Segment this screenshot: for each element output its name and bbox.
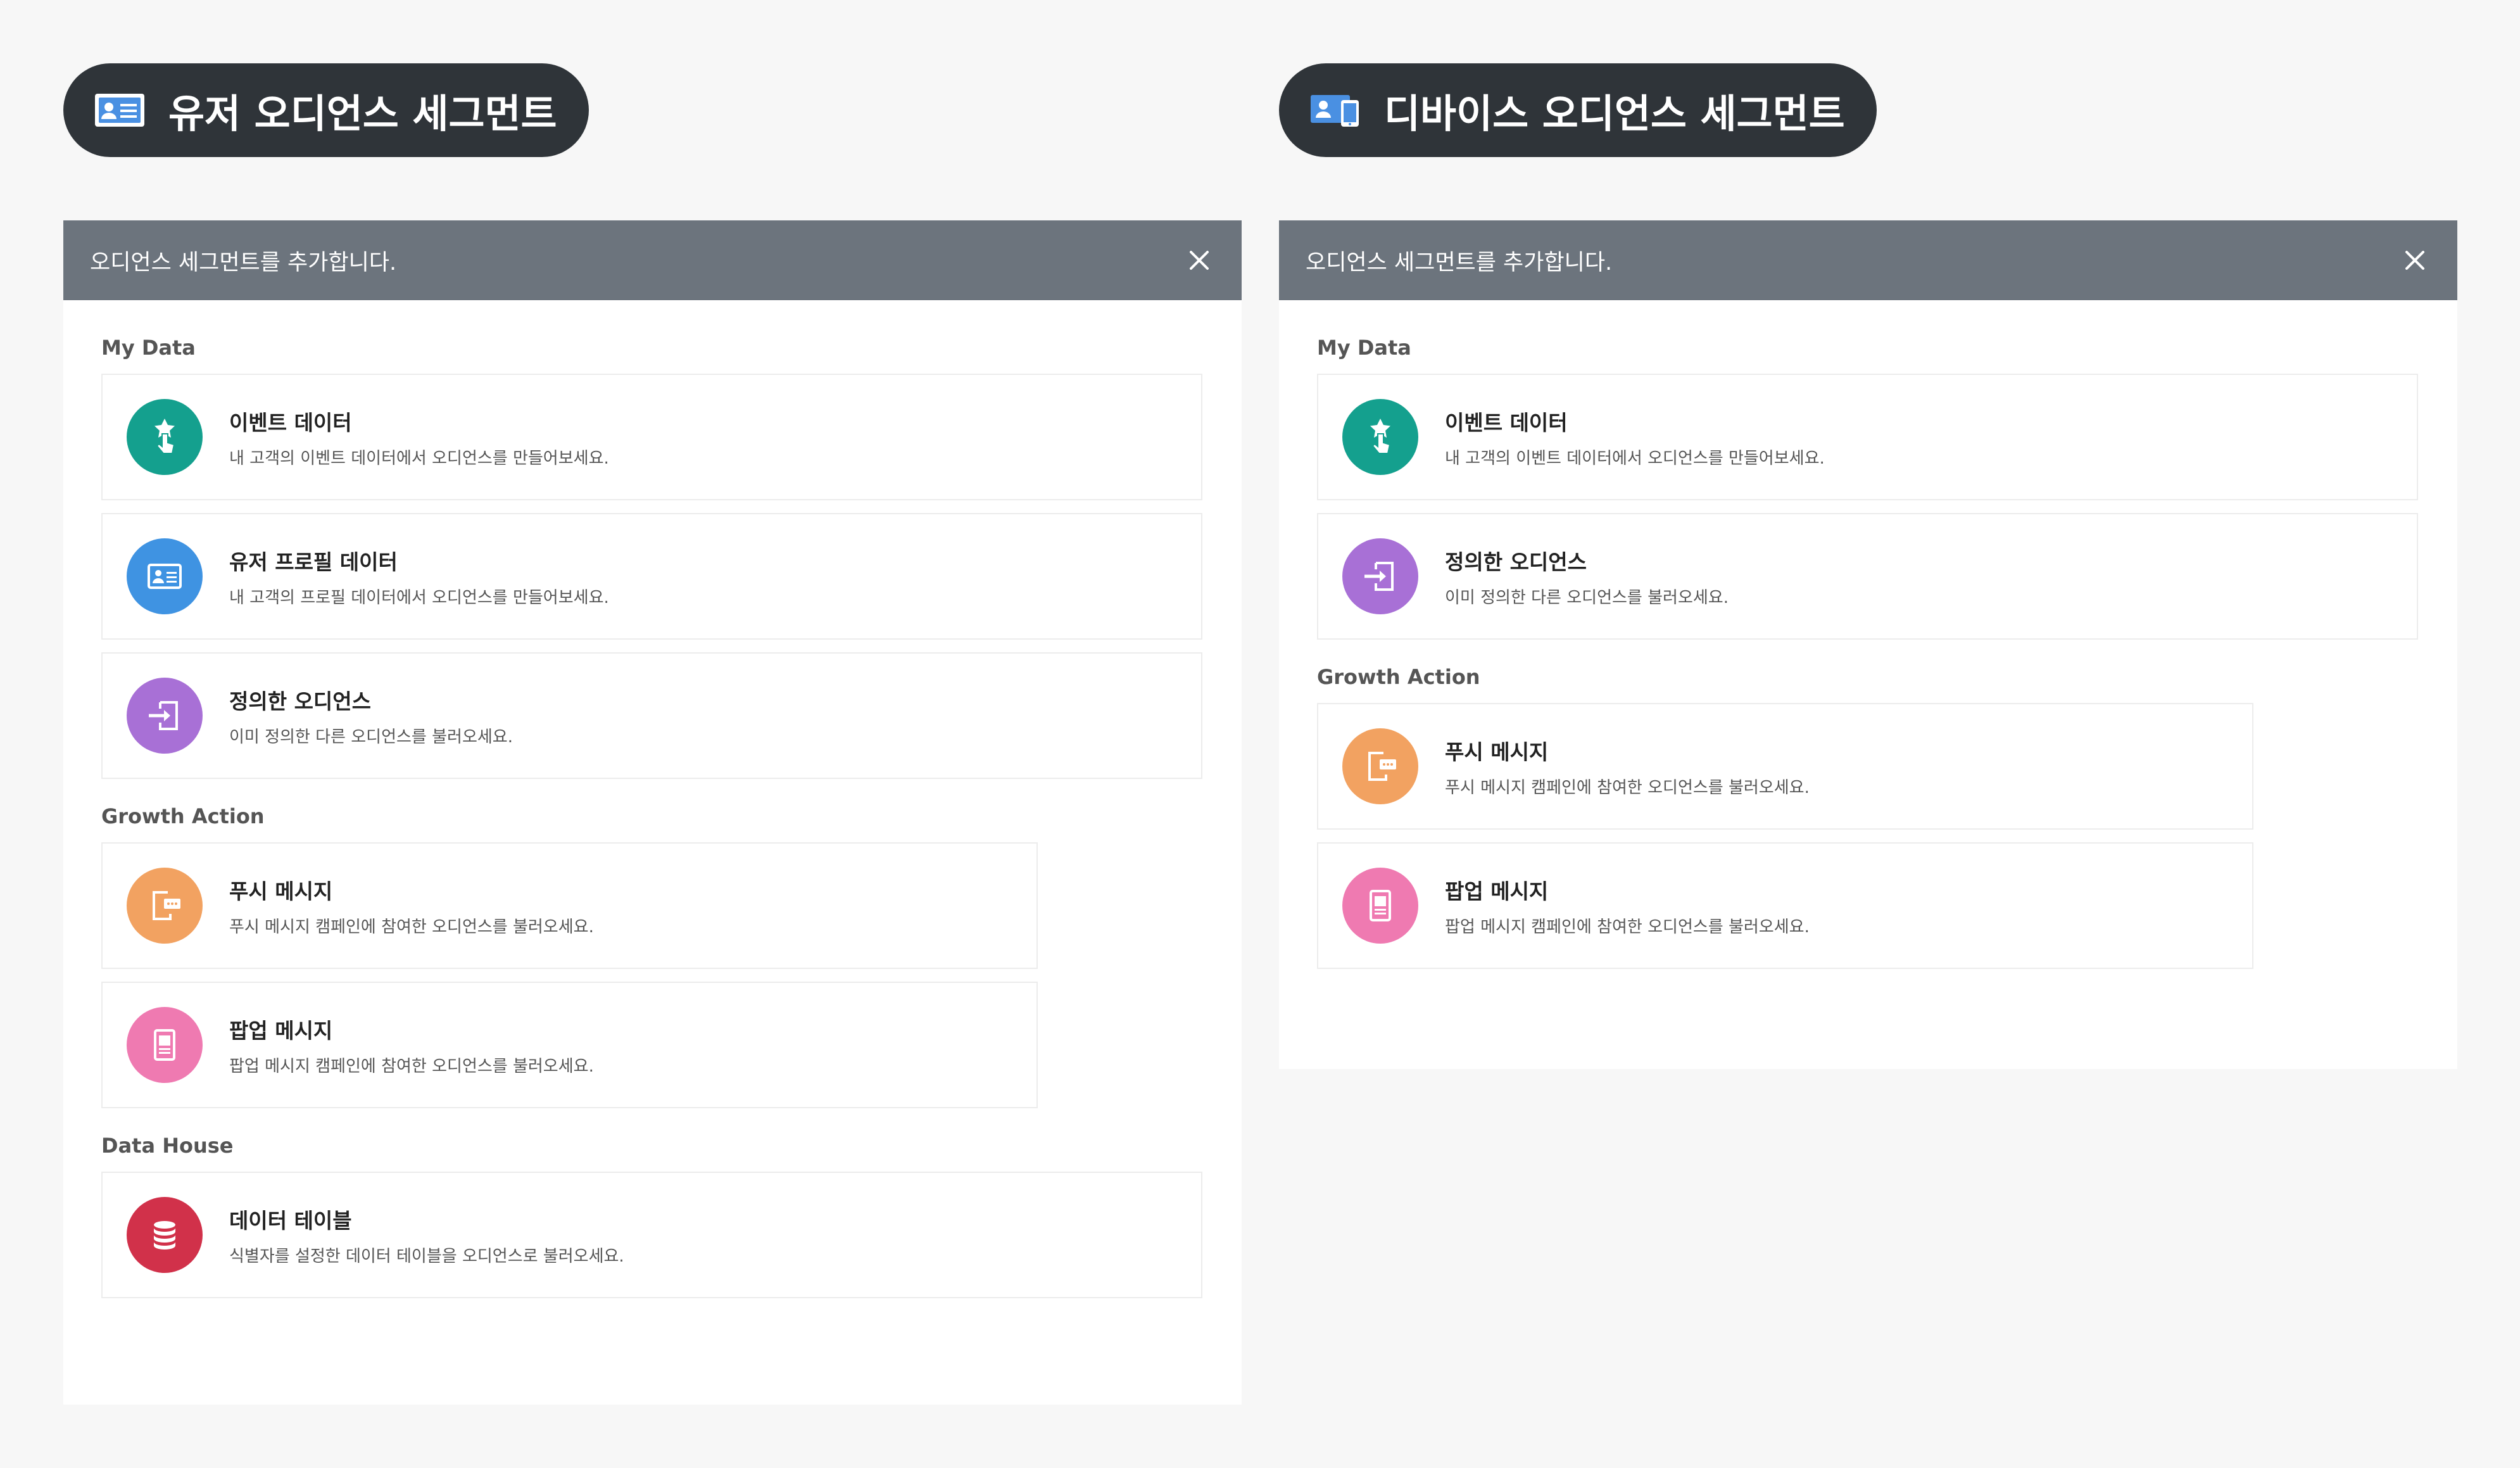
card-description: 내 고객의 이벤트 데이터에서 오디언스를 만들어보세요. (229, 448, 609, 468)
card-description: 팝업 메시지 캠페인에 참여한 오디언스를 불러오세요. (229, 1056, 594, 1076)
tap-star-icon (1370, 419, 1391, 454)
card-defined-audience[interactable]: 정의한 오디언스 이미 정의한 다른 오디언스를 불러오세요. (101, 652, 1202, 779)
user-audience-column: 유저 오디언스 세그먼트 오디언스 세그먼트를 추가합니다. My Data 이… (63, 63, 1242, 1405)
popup-message-icon (1370, 890, 1391, 921)
device-user-icon (1311, 95, 1359, 127)
id-card-icon (95, 94, 144, 127)
card-icon-circle (1342, 728, 1418, 804)
card-icon-circle (1342, 399, 1418, 475)
card-push-message[interactable]: 푸시 메시지 푸시 메시지 캠페인에 참여한 오디언스를 불러오세요. (101, 842, 1038, 969)
section-growth-action: Growth Action 푸시 메시지 푸시 메시지 캠페인에 참여한 오디언… (101, 803, 1204, 1108)
card-description: 내 고객의 프로필 데이터에서 오디언스를 만들어보세요. (229, 588, 609, 607)
card-title: 푸시 메시지 (1445, 739, 1549, 764)
close-icon[interactable] (1185, 246, 1214, 275)
card-title: 이벤트 데이터 (1445, 410, 1568, 435)
card-popup-message[interactable]: 팝업 메시지 팝업 메시지 캠페인에 참여한 오디언스를 불러오세요. (101, 982, 1038, 1108)
card-title: 정의한 오디언스 (1445, 549, 1587, 574)
import-icon (1364, 562, 1394, 591)
push-message-icon (153, 891, 180, 920)
card-event-data[interactable]: 이벤트 데이터 내 고객의 이벤트 데이터에서 오디언스를 만들어보세요. (101, 374, 1202, 500)
panel-header-text: 오디언스 세그먼트를 추가합니다. (1306, 250, 1613, 275)
pill-title: 디바이스 오디언스 세그먼트 (1384, 91, 1845, 137)
card-description: 팝업 메시지 캠페인에 참여한 오디언스를 불러오세요. (1445, 917, 1810, 937)
card-popup-message[interactable]: 팝업 메시지 팝업 메시지 캠페인에 참여한 오디언스를 불러오세요. (1317, 842, 2253, 969)
card-title: 팝업 메시지 (229, 1018, 333, 1043)
card-description: 식별자를 설정한 데이터 테이블을 오디언스로 불러오세요. (229, 1246, 624, 1266)
device-audience-title-pill: 디바이스 오디언스 세그먼트 (1279, 63, 1877, 157)
panel-header: 오디언스 세그먼트를 추가합니다. (63, 220, 1242, 300)
pill-title: 유저 오디언스 세그먼트 (168, 91, 557, 137)
card-description: 이미 정의한 다른 오디언스를 불러오세요. (1445, 588, 1729, 607)
card-event-data[interactable]: 이벤트 데이터 내 고객의 이벤트 데이터에서 오디언스를 만들어보세요. (1317, 374, 2418, 500)
card-title: 정의한 오디언스 (229, 688, 372, 714)
card-push-message[interactable]: 푸시 메시지 푸시 메시지 캠페인에 참여한 오디언스를 불러오세요. (1317, 703, 2253, 830)
section-title: My Data (101, 336, 196, 360)
card-icon-circle (1342, 868, 1418, 944)
card-title: 푸시 메시지 (229, 878, 333, 904)
card-description: 내 고객의 이벤트 데이터에서 오디언스를 만들어보세요. (1445, 448, 1825, 468)
card-description: 푸시 메시지 캠페인에 참여한 오디언스를 불러오세요. (1445, 778, 1810, 797)
card-icon-circle (127, 399, 203, 475)
card-icon-circle (127, 678, 203, 754)
card-title: 유저 프로필 데이터 (229, 549, 398, 574)
section-growth-action: Growth Action 푸시 메시지 푸시 메시지 캠페인에 참여한 오디언… (1317, 664, 2419, 969)
import-icon (149, 701, 178, 730)
popup-message-icon (154, 1029, 175, 1061)
card-title: 팝업 메시지 (1445, 878, 1549, 904)
card-user-profile-data[interactable]: 유저 프로필 데이터 내 고객의 프로필 데이터에서 오디언스를 만들어보세요. (101, 513, 1202, 640)
card-data-table[interactable]: 데이터 테이블 식별자를 설정한 데이터 테이블을 오디언스로 불러오세요. (101, 1172, 1202, 1298)
close-icon[interactable] (2400, 246, 2429, 275)
section-title: My Data (1317, 336, 1411, 360)
device-audience-column: 디바이스 오디언스 세그먼트 오디언스 세그먼트를 추가합니다. My Data (1279, 63, 2457, 1069)
section-my-data: My Data 이벤트 데이터 내 고객의 이벤트 데이터에서 오디언스를 만들… (101, 334, 1204, 779)
panel-header-text: 오디언스 세그먼트를 추가합니다. (90, 250, 397, 275)
add-segment-panel: 오디언스 세그먼트를 추가합니다. My Data 이벤트 데이터 내 고객의 … (63, 220, 1242, 1405)
section-title: Data House (101, 1134, 234, 1158)
user-audience-title-pill: 유저 오디언스 세그먼트 (63, 63, 589, 157)
card-title: 이벤트 데이터 (229, 410, 352, 435)
card-icon-circle (1342, 538, 1418, 614)
section-data-house: Data House 데이터 테이블 식별자를 설정한 데이터 테이블을 오디언… (101, 1132, 1204, 1298)
section-my-data: My Data 이벤트 데이터 내 고객의 이벤트 데이터에서 오디언스를 만들… (1317, 334, 2419, 640)
id-card-icon (148, 564, 182, 589)
push-message-icon (1368, 752, 1396, 781)
card-icon-circle (127, 868, 203, 944)
card-title: 데이터 테이블 (229, 1208, 352, 1233)
card-icon-circle (127, 1197, 203, 1273)
card-defined-audience[interactable]: 정의한 오디언스 이미 정의한 다른 오디언스를 불러오세요. (1317, 513, 2418, 640)
card-icon-circle (127, 1007, 203, 1083)
section-title: Growth Action (1317, 665, 1480, 689)
add-segment-panel: 오디언스 세그먼트를 추가합니다. My Data 이벤트 데이터 내 고객의 … (1279, 220, 2457, 1069)
card-description: 이미 정의한 다른 오디언스를 불러오세요. (229, 727, 513, 747)
section-title: Growth Action (101, 804, 265, 828)
database-icon (154, 1221, 175, 1250)
card-description: 푸시 메시지 캠페인에 참여한 오디언스를 불러오세요. (229, 917, 594, 937)
tap-star-icon (154, 419, 175, 454)
card-icon-circle (127, 538, 203, 614)
panel-header: 오디언스 세그먼트를 추가합니다. (1279, 220, 2457, 300)
